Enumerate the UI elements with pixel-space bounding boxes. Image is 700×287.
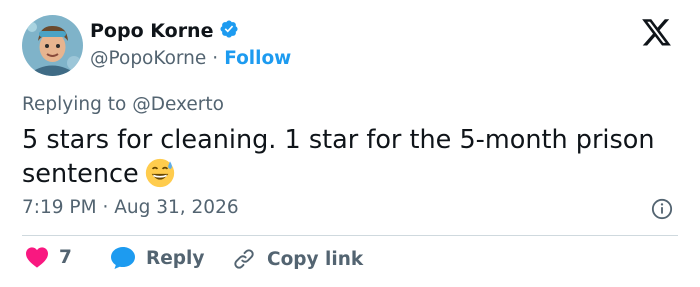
tweet-timestamp[interactable]: 7:19 PM · Aug 31, 2026 [22,197,239,218]
author-name-row: Popo Korne [90,19,239,43]
actions-divider [22,235,678,236]
timestamp-time: 7:19 PM [22,197,97,218]
grinning-sweat-emoji-icon [145,158,175,188]
info-icon[interactable] [651,198,673,220]
follow-button[interactable]: Follow [224,48,291,69]
reply-bubble-icon [110,246,136,270]
author-handle[interactable]: @PopoKorne [90,48,206,69]
timestamp-separator: · [102,197,109,218]
reply-mention-link[interactable]: @Dexerto [132,94,224,115]
author-display-name[interactable]: Popo Korne [90,20,213,42]
reply-button[interactable]: Reply [110,246,204,270]
verified-badge-icon [219,19,239,43]
reply-label: Reply [146,247,205,269]
like-count: 7 [59,246,72,268]
link-chain-icon [231,246,257,272]
copy-link-button[interactable]: Copy link [231,246,363,272]
tweet-text: 5 stars for cleaning. 1 star for the 5-m… [22,125,655,189]
avatar[interactable] [22,15,83,76]
author-handle-row: @PopoKorne · Follow [90,48,291,69]
copy-link-label: Copy link [267,248,364,270]
x-logo-icon[interactable] [642,19,672,47]
tweet-body: 5 stars for cleaning. 1 star for the 5-m… [22,123,682,191]
avatar-image [22,15,83,76]
reply-context: Replying to @Dexerto [22,94,224,115]
handle-separator: · [212,48,219,69]
reply-context-prefix: Replying to [22,94,127,115]
like-button[interactable]: 7 [25,246,72,268]
timestamp-date: Aug 31, 2026 [114,197,239,218]
heart-icon [25,246,49,268]
